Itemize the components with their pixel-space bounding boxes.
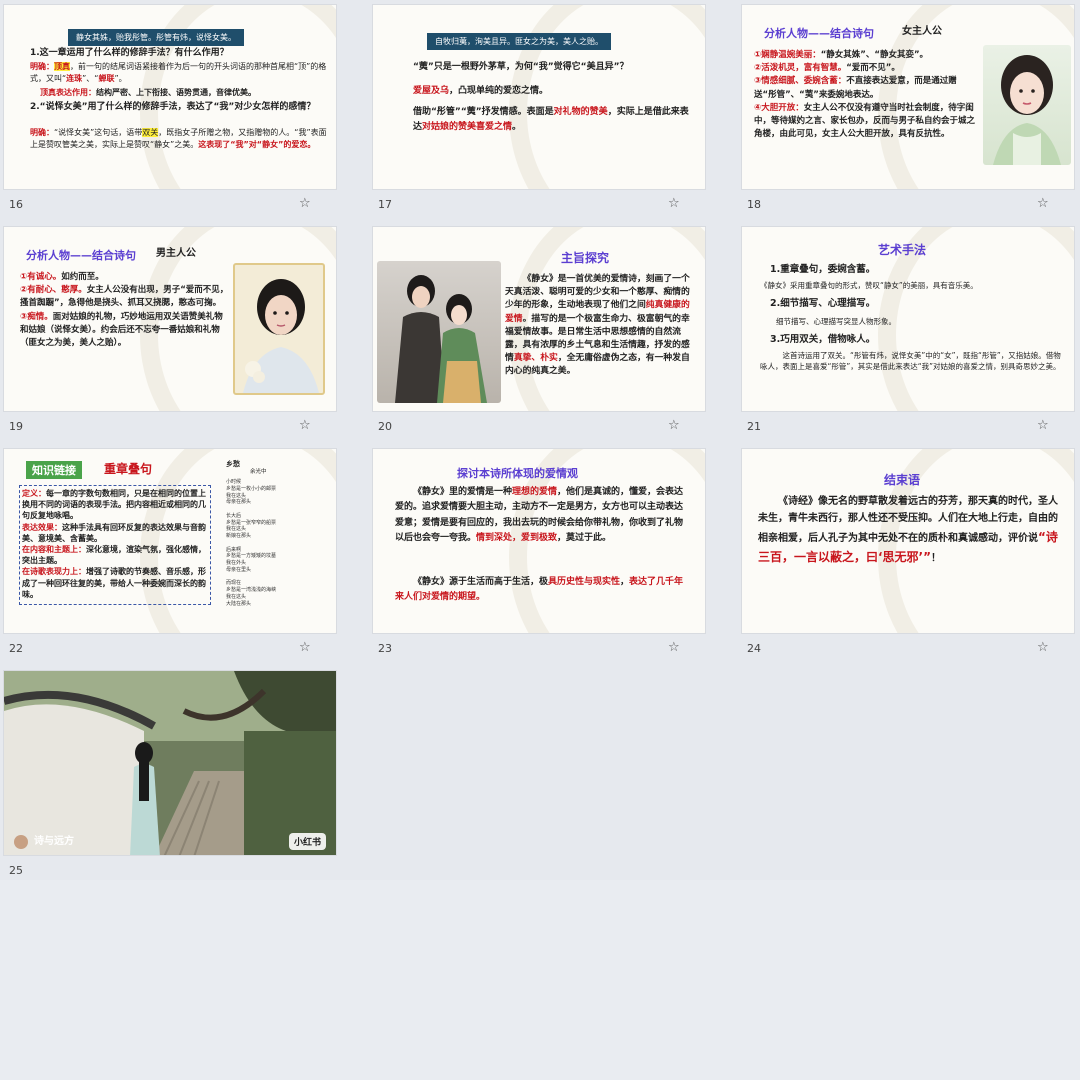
poem-line: 大陆在那头 xyxy=(226,600,252,607)
avatar xyxy=(14,835,28,849)
list-item: ②活泼机灵，富有智慧。“爱而不见”。 xyxy=(754,63,900,74)
poem-title: 乡愁 xyxy=(226,460,240,468)
slide-number: 23 xyxy=(378,642,392,655)
slide-number: 22 xyxy=(9,642,23,655)
slide-title: 艺术手法 xyxy=(878,243,927,257)
poem-line: 我在外头 xyxy=(226,560,247,566)
star-icon[interactable]: ☆ xyxy=(668,640,680,655)
technique-1-desc: 《静女》采用重章叠句的形式，赞叹“静女”的美丽，具有音乐美。 xyxy=(760,281,978,290)
paragraph-1: 《静女》里的爱情是一种理想的爱情，他们是真诚的，懂爱，会表达爱的。追求爱情要大胆… xyxy=(395,487,684,543)
couple-illustration xyxy=(377,261,501,403)
list-item: ③情感细腻、委婉含蓄：不直接表达爱意，而是通过赠送“彤管”、“荑”来委婉地表达。 xyxy=(754,76,957,100)
slide-20[interactable]: 主旨探究 《静女》是一首优美的爱情诗，刻画了一个天真活泼、聪明可爱的少女和一个憨… xyxy=(372,226,706,412)
poem-line xyxy=(226,540,332,547)
slide-banner: 自牧归荑，洵美且异。匪女之为美，美人之贻。 xyxy=(427,33,611,50)
knowledge-tag: 知识链接 xyxy=(26,461,82,479)
slide-24[interactable]: 结束语 《诗经》像无名的野草散发着远古的芬芳，那天真的时代，圣人未生，青牛未西行… xyxy=(741,448,1075,634)
slide-18[interactable]: 分析人物——结合诗句 女主人公 ①娴静温婉美丽：“静女其姝”、“静女其娈”。 ②… xyxy=(741,4,1075,190)
question: “荑”只是一根野外茅草，为何“我”觉得它“美且异”？ xyxy=(413,62,629,72)
poem-line: 母亲在里头 xyxy=(226,566,252,573)
slide-17[interactable]: 自牧归荑，洵美且异。匪女之为美，美人之贻。 “荑”只是一根野外茅草，为何“我”觉… xyxy=(372,4,706,190)
poem-line: 母亲在那头 xyxy=(226,499,252,506)
paragraph-2: 借助“彤管”“荑”抒发情感。表面是对礼物的赞美，实际上是借此来表达对姑娘的赞美喜… xyxy=(413,107,689,133)
paragraph-1: 爱屋及乌，凸现单纯的爱恋之情。 xyxy=(413,86,549,96)
poem-line: 长大后 xyxy=(226,512,242,519)
list-item: ②有耐心、憨厚。女主人公没有出现，男子“爱而不见，搔首踟蹰”，急得他是挠头、抓耳… xyxy=(20,285,229,309)
slide-subtitle: 男主人公 xyxy=(156,248,196,259)
slide-19[interactable]: 分析人物——结合诗句 男主人公 ①有诚心。如约而至。 ②有耐心、憨厚。女主人公没… xyxy=(3,226,337,412)
star-icon[interactable]: ☆ xyxy=(668,196,680,211)
slide-25[interactable]: 诗与远方 小红书 xyxy=(3,670,337,856)
slide-number: 19 xyxy=(9,420,23,433)
brand-watermark: 小红书 xyxy=(288,833,326,850)
trait-list: ①有诚心。如约而至。 ②有耐心、憨厚。女主人公没有出现，男子“爱而不见，搔首踟蹰… xyxy=(20,271,230,350)
slide-title: 主旨探究 xyxy=(561,251,610,265)
slide-number: 17 xyxy=(378,198,392,211)
poem-author: 余光中 xyxy=(250,469,267,475)
poem-lines: 小时候 乡愁是一枚小小的邮票 我在这头 母亲在那头 长大后 乡愁是一张窄窄的船票 我在这头… xyxy=(226,479,332,607)
list-item: ①娴静温婉美丽：“静女其姝”、“静女其娈”。 xyxy=(754,50,929,60)
list-item: ①有诚心。如约而至。 xyxy=(20,272,104,282)
username: 诗与远方 xyxy=(34,836,74,847)
heroine-portrait xyxy=(983,45,1071,165)
question-2: 2.“说怿女美”用了什么样的修辞手法，表达了“我”对少女怎样的感情？ xyxy=(30,102,316,112)
slide-banner: 静女其姝，贻我彤管。彤管有炜，说怿女美。 xyxy=(68,29,244,46)
technique-2-desc: 细节描写、心理描写突显人物形象。 xyxy=(776,317,896,326)
star-icon[interactable]: ☆ xyxy=(1037,196,1049,211)
star-icon[interactable]: ☆ xyxy=(1037,418,1049,433)
slide-number: 21 xyxy=(747,420,761,433)
slide-title: 结束语 xyxy=(884,473,921,487)
question-1: 1.这一章运用了什么样的修辞手法？有什么作用？ xyxy=(30,48,229,58)
poem-line: 乡愁是一湾浅浅的海峡 xyxy=(226,587,277,593)
poem-line: 我在这头 xyxy=(226,526,247,533)
slide-subtitle: 女主人公 xyxy=(902,26,942,37)
poem-line: 乡愁是一方矮矮的坟墓 xyxy=(226,553,277,560)
slide-number: 24 xyxy=(747,642,761,655)
poem-line xyxy=(226,574,332,581)
theme-paragraph: 《静女》是一首优美的爱情诗，刻画了一个天真活泼、聪明可爱的少女和一个憨厚、痴情的… xyxy=(505,274,690,377)
slide-number: 20 xyxy=(378,420,392,433)
answer-1: 明确：顶真，前一句的结尾词语紧接着作为后一句的开头词语的那种首尾相“顶”的格式，… xyxy=(30,62,327,83)
slide-number: 18 xyxy=(747,198,761,211)
garden-photo xyxy=(4,671,336,855)
slide-21[interactable]: 艺术手法 1.重章叠句，委婉含蓄。 《静女》采用重章叠句的形式，赞叹“静女”的美… xyxy=(741,226,1075,412)
slide-sorter-grid: 静女其姝，贻我彤管。彤管有炜，说怿女美。 1.这一章运用了什么样的修辞手法？有什… xyxy=(0,0,1080,880)
poem-line: 乡愁是一枚小小的邮票 xyxy=(226,485,277,492)
slide-number: 25 xyxy=(9,864,23,877)
poem-line: 小时候 xyxy=(226,479,242,485)
poem-line xyxy=(226,506,332,513)
list-item: ④大胆开放：女主人公不仅没有遵守当时社会制度，待字闺中，等待媒妁之言、家长包办，… xyxy=(754,102,976,140)
technique-1-heading: 1.重章叠句，委婉含蓄。 xyxy=(770,264,876,275)
technique-2-heading: 2.细节描写、心理描写。 xyxy=(770,298,876,309)
closing-paragraph: 《诗经》像无名的野草散发着远古的芬芳，那天真的时代，圣人未生，青牛未西行，那人性… xyxy=(758,496,1058,565)
slide-title: 探讨本诗所体现的爱情观 xyxy=(457,467,578,480)
star-icon[interactable]: ☆ xyxy=(299,418,311,433)
poem-line: 而现在 xyxy=(226,580,242,587)
star-icon[interactable]: ☆ xyxy=(299,196,311,211)
poem-line: 新娘在那头 xyxy=(226,533,252,539)
technique-3-desc: 这首诗运用了双关。“彤管有炜，说怿女美”中的“女”，既指“彤管”，又指姑娘。借物… xyxy=(760,351,1061,371)
star-icon[interactable]: ☆ xyxy=(299,640,311,655)
paragraph-2: 《静女》源于生活而高于生活，极具历史性与现实性，表达了几千年来人们对爱情的期望。 xyxy=(395,577,684,603)
technique-3-heading: 3.巧用双关，借物咏人。 xyxy=(770,334,876,345)
star-icon[interactable]: ☆ xyxy=(1037,640,1049,655)
trait-list: ①娴静温婉美丽：“静女其姝”、“静女其娈”。 ②活泼机灵，富有智慧。“爱而不见”… xyxy=(754,49,979,141)
answer-2: 明确：“说怿女美”这句话，语带双关，既指女子所赠之物，又指赠物的人。“我”表面上… xyxy=(30,128,327,149)
poem-line: 我在这头 xyxy=(226,593,247,600)
slide-title: 分析人物——结合诗句 xyxy=(764,27,874,40)
slide-16[interactable]: 静女其姝，贻我彤管。彤管有炜，说怿女美。 1.这一章运用了什么样的修辞手法？有什… xyxy=(3,4,337,190)
slide-22[interactable]: 知识链接 重章叠句 定义：每一章的字数句数相同，只是在相同的位置上换用不同的词语… xyxy=(3,448,337,634)
slide-title: 分析人物——结合诗句 xyxy=(26,249,136,262)
effect-line: 顶真表达作用：结构严密、上下衔接、语势贯通，音律优美。 xyxy=(40,88,256,97)
slide-23[interactable]: 探讨本诗所体现的爱情观 《静女》里的爱情是一种理想的爱情，他们是真诚的，懂爱，会… xyxy=(372,448,706,634)
hero-portrait xyxy=(233,263,325,395)
slide-title: 重章叠句 xyxy=(104,462,153,476)
slide-number: 16 xyxy=(9,198,23,211)
definition-text: 定义：每一章的字数句数相同，只是在相同的位置上换用不同的词语的表现手法。把内容相… xyxy=(22,489,206,599)
list-item: ③痴情。面对姑娘的礼物，巧妙地运用双关语赞美礼物和姑娘（说怿女美）。约会后还不忘… xyxy=(20,311,223,348)
star-icon[interactable]: ☆ xyxy=(668,418,680,433)
